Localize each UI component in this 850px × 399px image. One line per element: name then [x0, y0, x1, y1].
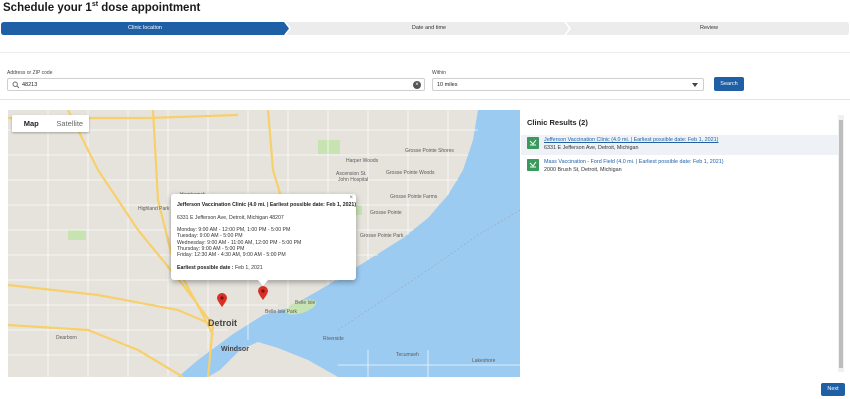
results-title: Clinic Results (2): [527, 118, 588, 127]
popup-hours: Monday: 9:00 AM - 12:00 PM, 1:00 PM - 5:…: [177, 227, 301, 258]
hours-line: Wednesday: 9:00 AM - 11:00 AM, 12:00 PM …: [177, 239, 302, 246]
hours-line: Friday: 12:30 AM - 4:30 AM, 9:00 AM - 5:…: [177, 252, 286, 259]
map-button[interactable]: Map: [12, 115, 51, 132]
satellite-button[interactable]: Satellite: [51, 115, 90, 132]
map-label-belle-isle: Belle Isle: [295, 300, 316, 306]
search-button[interactable]: Search: [714, 77, 744, 91]
chevron-down-icon: [692, 83, 698, 87]
clear-icon[interactable]: ×: [413, 81, 421, 89]
result-item[interactable]: Jefferson Vaccination Clinic (4.0 mi. | …: [521, 135, 839, 155]
next-button[interactable]: Next: [821, 383, 845, 396]
map-label-gp-farms: Grosse Pointe Farms: [390, 194, 438, 200]
result-address: 2000 Brush St, Detroit, Michigan: [544, 167, 622, 173]
step-date-and-time: Date and time: [411, 25, 447, 31]
map-label-john-hospital: John Hospital: [338, 177, 369, 183]
map-type-toggle: Map Satellite: [12, 115, 89, 132]
map-label-grosse-pointe: Grosse Pointe: [370, 210, 402, 216]
map-label-gp-woods: Grosse Pointe Woods: [386, 170, 435, 176]
search-icon: [12, 81, 20, 89]
popup-title: Jefferson Vaccination Clinic (4.0 mi. | …: [177, 202, 357, 208]
within-value: 10 miles: [437, 82, 458, 88]
close-icon[interactable]: ×: [349, 195, 353, 201]
result-link[interactable]: Mass Vaccination - Ford Field (4.0 mi. |…: [544, 159, 724, 165]
within-label: Within: [432, 70, 446, 76]
clinic-icon: [527, 159, 539, 171]
popup-earliest-date: Earliest possible date : Feb 1, 2021: [177, 265, 263, 271]
step-review: Review: [699, 25, 719, 31]
clinic-icon: [527, 137, 539, 149]
address-label: Address or ZIP code: [7, 70, 53, 76]
map-label-dearborn: Dearborn: [56, 335, 77, 341]
result-item[interactable]: Mass Vaccination - Ford Field (4.0 mi. |…: [521, 157, 839, 177]
page-root: Schedule your 1st dose appointment Clini…: [0, 0, 850, 399]
map-pin-jefferson[interactable]: [258, 286, 268, 300]
clinic-results-panel: Clinic Results (2) Jefferson Vaccination…: [521, 110, 850, 377]
popup-address: 6331 E Jefferson Ave, Detroit, Michigan …: [177, 215, 284, 221]
map-label-belle-isle-park: Belle Isle Park: [265, 309, 297, 315]
map-label-harper-woods: Harper Woods: [346, 158, 379, 164]
results-scrollbar[interactable]: [838, 115, 844, 372]
address-input[interactable]: 48213 ×: [7, 78, 425, 91]
clinic-info-popup: × Jefferson Vaccination Clinic (4.0 mi. …: [171, 194, 356, 280]
step-clinic-location: Clinic location: [128, 25, 162, 31]
scrollbar-thumb[interactable]: [839, 120, 843, 368]
map-pin-ford-field[interactable]: [217, 293, 227, 307]
within-select[interactable]: 10 miles: [432, 78, 704, 91]
map-label-tecumseh: Tecumseh: [396, 352, 419, 358]
map-label-highland-park: Highland Park: [138, 206, 170, 212]
map-label-riverside: Riverside: [323, 336, 344, 342]
address-value: 48213: [22, 82, 38, 88]
map-label-detroit: Detroit: [208, 318, 237, 328]
map-label-windsor: Windsor: [221, 346, 249, 353]
result-address: 6331 E Jefferson Ave, Detroit, Michigan: [544, 145, 639, 151]
map-label-gp-shores: Grosse Pointe Shores: [405, 148, 454, 154]
footer-bar: Next: [0, 380, 850, 399]
search-form: Address or ZIP code 48213 × Within 10 mi…: [0, 52, 850, 100]
page-title: Schedule your 1st dose appointment: [3, 1, 201, 14]
result-link[interactable]: Jefferson Vaccination Clinic (4.0 mi. | …: [544, 137, 718, 143]
popup-tail: [258, 280, 268, 286]
map-label-gp-park: Grosse Pointe Park: [360, 233, 404, 239]
progress-stepper: Clinic location Date and time Review: [1, 22, 849, 35]
map-label-lakeshore: Lakeshore: [472, 358, 496, 364]
